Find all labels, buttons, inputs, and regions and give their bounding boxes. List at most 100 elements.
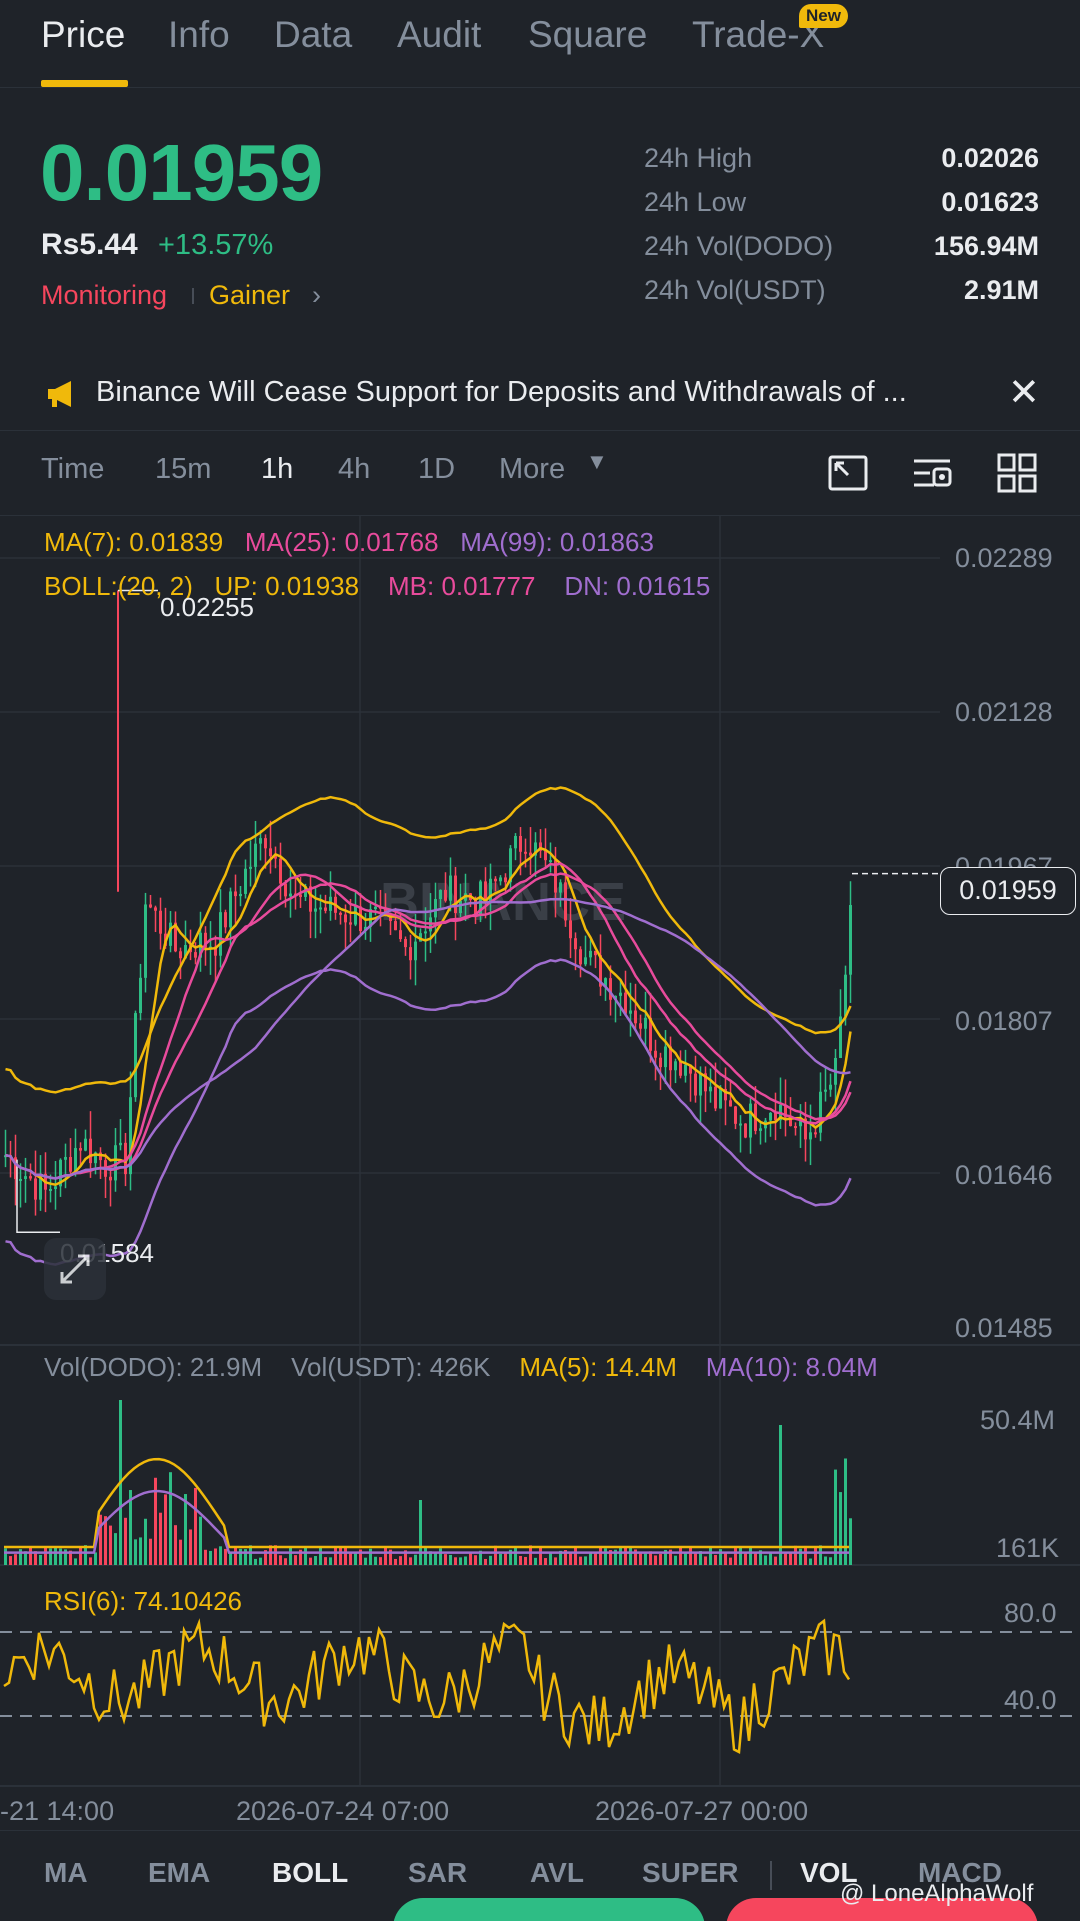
candle-body bbox=[759, 1128, 762, 1131]
stat-24h-vol-base: 24h Vol(DODO) 156.94M bbox=[644, 231, 1039, 267]
candle-body bbox=[549, 860, 552, 863]
candle-body bbox=[269, 848, 272, 857]
volume-bar bbox=[134, 1539, 137, 1565]
candle-body bbox=[139, 977, 142, 1014]
candle-body bbox=[409, 947, 412, 961]
interval-15m[interactable]: 15m bbox=[155, 453, 211, 486]
interval-more[interactable]: More bbox=[499, 453, 565, 486]
announcement-bar[interactable]: Binance Will Cease Support for Deposits … bbox=[0, 360, 1080, 430]
volume-bar bbox=[239, 1548, 242, 1565]
volume-bar bbox=[269, 1545, 272, 1565]
volume-bar bbox=[14, 1554, 17, 1565]
indicator-settings-icon[interactable] bbox=[910, 451, 954, 495]
stat-label: 24h High bbox=[644, 143, 753, 173]
volume-bar bbox=[74, 1558, 77, 1565]
stat-value: 156.94M bbox=[933, 231, 1039, 261]
vol-axis-label: 161K bbox=[996, 1533, 1060, 1563]
candle-body bbox=[239, 893, 242, 897]
tab-info[interactable]: Info bbox=[168, 10, 230, 60]
volume-bar bbox=[179, 1539, 182, 1565]
candle-body bbox=[249, 866, 252, 869]
volume-bar bbox=[214, 1548, 217, 1565]
vol-quote: Vol(USDT): 426K bbox=[291, 1352, 491, 1382]
time-axis-label: 2026-07-27 00:00 bbox=[595, 1796, 809, 1826]
stat-label: 24h Vol(USDT) bbox=[644, 275, 826, 305]
caret-down-icon[interactable]: ▼ bbox=[586, 449, 608, 475]
candle-body bbox=[19, 1178, 22, 1181]
volume-bar bbox=[674, 1555, 677, 1565]
volume-bar bbox=[109, 1525, 112, 1565]
vol-axis-label: 50.4M bbox=[980, 1405, 1056, 1435]
volume-bar bbox=[794, 1545, 797, 1565]
volume-bar bbox=[604, 1548, 607, 1565]
candle-body bbox=[264, 838, 267, 849]
candle-body bbox=[314, 908, 317, 912]
stat-value: 0.01623 bbox=[941, 187, 1039, 217]
candle-body bbox=[494, 878, 497, 882]
volume-bar bbox=[829, 1557, 832, 1565]
volume-bar bbox=[524, 1556, 527, 1565]
rsi-line bbox=[3, 1618, 851, 1754]
time-axis-label: -21 14:00 bbox=[0, 1796, 115, 1826]
candle-body bbox=[629, 1010, 632, 1014]
volume-bar bbox=[384, 1547, 387, 1565]
volume-bar bbox=[529, 1545, 532, 1565]
megaphone-icon bbox=[48, 381, 71, 407]
close-icon[interactable]: ✕ bbox=[1008, 370, 1040, 415]
volume-bar bbox=[784, 1553, 787, 1565]
volume-bar bbox=[639, 1553, 642, 1565]
volume-bar bbox=[209, 1550, 212, 1565]
top-tabs: Price Info Data Audit Square Trade-X New bbox=[0, 0, 1080, 88]
candle-body bbox=[254, 843, 257, 867]
interval-4h[interactable]: 4h bbox=[338, 453, 370, 486]
volume-bar bbox=[584, 1556, 587, 1565]
chevron-right-icon[interactable]: › bbox=[312, 280, 321, 311]
interval-1d[interactable]: 1D bbox=[418, 453, 455, 486]
volume-bar bbox=[734, 1548, 737, 1565]
volume-bar bbox=[324, 1557, 327, 1565]
volume-bar bbox=[709, 1547, 712, 1565]
interval-time[interactable]: Time bbox=[41, 453, 104, 486]
grid-layout-icon[interactable] bbox=[995, 451, 1039, 495]
tab-square[interactable]: Square bbox=[528, 10, 647, 60]
interval-1h[interactable]: 1h bbox=[261, 453, 293, 486]
candle-body bbox=[519, 835, 522, 852]
candle-body bbox=[69, 1157, 72, 1172]
volume-bar bbox=[684, 1551, 687, 1565]
volume-bar bbox=[279, 1555, 282, 1565]
expand-chart-button[interactable] bbox=[44, 1238, 106, 1300]
volume-bar bbox=[494, 1545, 497, 1565]
tab-data[interactable]: Data bbox=[274, 10, 352, 60]
volume-bar bbox=[424, 1546, 427, 1565]
candle-body bbox=[319, 907, 322, 910]
gainer-tag[interactable]: Gainer bbox=[209, 280, 290, 311]
candle-body bbox=[354, 906, 357, 925]
candle-body bbox=[324, 907, 327, 911]
tab-audit[interactable]: Audit bbox=[397, 10, 481, 60]
candle-body bbox=[679, 1061, 682, 1076]
volume-bar bbox=[644, 1553, 647, 1565]
volume-bar bbox=[419, 1500, 422, 1565]
candle-body bbox=[289, 893, 292, 897]
monitoring-tag[interactable]: Monitoring bbox=[41, 280, 167, 311]
candle-body bbox=[644, 1017, 647, 1029]
volume-bar bbox=[79, 1547, 82, 1565]
screen-expand-icon[interactable] bbox=[826, 451, 870, 495]
announcement-text[interactable]: Binance Will Cease Support for Deposits … bbox=[96, 376, 996, 409]
candle-body bbox=[34, 1178, 37, 1200]
volume-bar bbox=[814, 1547, 817, 1565]
candle-body bbox=[719, 1088, 722, 1109]
buy-button[interactable] bbox=[393, 1898, 705, 1921]
volume-bar bbox=[374, 1556, 377, 1565]
candle-body bbox=[664, 1046, 667, 1068]
volume-bar bbox=[749, 1547, 752, 1565]
candle-body bbox=[89, 1138, 92, 1164]
kline-chart[interactable]: BINANCE bbox=[0, 516, 1080, 1836]
tab-price[interactable]: Price bbox=[41, 10, 125, 60]
volume-bar bbox=[199, 1516, 202, 1565]
candle-body bbox=[119, 1142, 122, 1146]
volume-bar bbox=[839, 1492, 842, 1565]
volume-bar bbox=[504, 1553, 507, 1565]
candle-body bbox=[559, 882, 562, 893]
volume-bar bbox=[349, 1552, 352, 1565]
